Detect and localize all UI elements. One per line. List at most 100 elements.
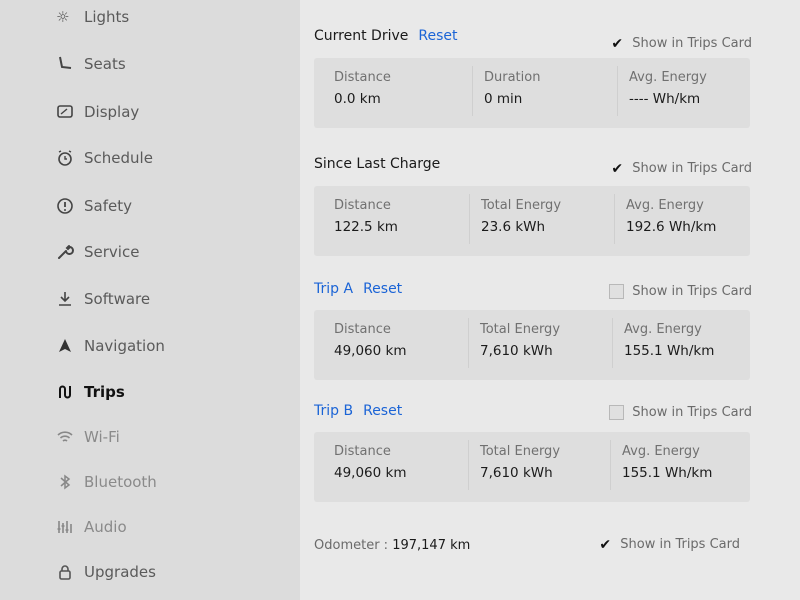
- stat-value: 0 min: [484, 91, 523, 107]
- checkmark-icon: ✔: [599, 536, 612, 553]
- sun-icon: ☼: [56, 8, 70, 26]
- current-drive-header: Current Drive Reset: [314, 28, 457, 44]
- show-in-trips-label: Show in Trips Card: [620, 537, 740, 552]
- current-drive-show-toggle[interactable]: ✔ Show in Trips Card: [610, 35, 752, 52]
- download-icon: [56, 290, 84, 308]
- sidebar-item-label: Bluetooth: [84, 473, 157, 491]
- sidebar-item-service[interactable]: Service: [56, 237, 286, 267]
- stat-avg-energy: Avg. Energy ---- Wh/km: [617, 66, 707, 116]
- alert-circle-icon: [56, 197, 84, 215]
- stat-label: Distance: [334, 444, 391, 459]
- sidebar-item-seats[interactable]: Seats: [56, 49, 286, 79]
- stat-avg-energy: Avg. Energy 155.1 Wh/km: [611, 318, 715, 368]
- odometer: Odometer : 197,147 km: [314, 538, 470, 553]
- trip-a-reset-button[interactable]: Reset: [363, 281, 402, 297]
- stat-value: 155.1 Wh/km: [622, 465, 713, 481]
- sidebar-item-label: Trips: [84, 383, 125, 401]
- stat-distance: Distance 0.0 km: [334, 70, 391, 107]
- sidebar-item-label: Lights: [84, 8, 130, 26]
- stat-value: 49,060 km: [334, 343, 407, 359]
- trip-a-show-toggle[interactable]: Show in Trips Card: [609, 284, 752, 299]
- since-last-charge-header: Since Last Charge: [314, 156, 440, 172]
- trip-a-header: Trip A Reset: [314, 281, 402, 297]
- show-in-trips-label: Show in Trips Card: [632, 405, 752, 420]
- sidebar-item-label: Upgrades: [84, 563, 156, 581]
- stat-label: Avg. Energy: [622, 444, 700, 459]
- sidebar-item-bluetooth[interactable]: Bluetooth: [56, 467, 286, 497]
- checkbox-icon: [609, 405, 625, 420]
- sidebar-item-label: Seats: [84, 55, 126, 73]
- stat-label: Avg. Energy: [624, 322, 702, 337]
- alarm-clock-icon: [56, 149, 84, 167]
- equalizer-icon: [56, 518, 84, 536]
- seat-icon: [56, 55, 84, 73]
- stat-value: 155.1 Wh/km: [624, 343, 715, 359]
- sidebar-item-label: Software: [84, 290, 151, 308]
- show-in-trips-label: Show in Trips Card: [632, 161, 752, 176]
- wifi-icon: [56, 428, 84, 446]
- show-in-trips-label: Show in Trips Card: [632, 284, 752, 299]
- sidebar-item-label: Wi-Fi: [84, 428, 120, 446]
- stat-total-energy: Total Energy 7,610 kWh: [467, 318, 561, 368]
- stat-label: Distance: [334, 198, 391, 213]
- sidebar-item-wifi[interactable]: Wi-Fi: [56, 422, 286, 452]
- sidebar-item-audio[interactable]: Audio: [56, 512, 286, 542]
- since-last-charge-stats: Distance 122.5 km Total Energy 23.6 kWh …: [314, 186, 750, 256]
- stat-value: 7,610 kWh: [480, 465, 553, 481]
- stat-distance: Distance 49,060 km: [334, 444, 407, 481]
- stat-value: 192.6 Wh/km: [626, 219, 717, 235]
- sidebar-item-label: Service: [84, 243, 140, 261]
- stat-label: Duration: [484, 70, 541, 85]
- sidebar-item-label: Schedule: [84, 149, 153, 167]
- navigation-arrow-icon: [56, 337, 84, 355]
- odometer-show-toggle[interactable]: ✔ Show in Trips Card: [598, 536, 740, 553]
- stat-value: 0.0 km: [334, 91, 381, 107]
- sidebar-item-trips[interactable]: Trips: [56, 377, 286, 407]
- trip-b-title: Trip B: [314, 403, 354, 419]
- bluetooth-icon: [56, 473, 84, 491]
- stat-distance: Distance 49,060 km: [334, 322, 407, 359]
- sidebar-item-label: Safety: [84, 197, 132, 215]
- trip-a-title: Trip A: [314, 281, 354, 297]
- trip-b-show-toggle[interactable]: Show in Trips Card: [609, 405, 752, 420]
- stat-avg-energy: Avg. Energy 155.1 Wh/km: [609, 440, 713, 490]
- current-drive-title: Current Drive: [314, 28, 409, 44]
- checkmark-icon: ✔: [611, 160, 624, 177]
- trip-b-header: Trip B Reset: [314, 403, 402, 419]
- current-drive-reset-button[interactable]: Reset: [418, 28, 457, 44]
- settings-sidebar: ☼ Lights Seats Display Schedule Safety S…: [0, 0, 300, 600]
- stat-avg-energy: Avg. Energy 192.6 Wh/km: [613, 194, 717, 244]
- sidebar-item-label: Display: [84, 103, 140, 121]
- checkbox-icon: [609, 284, 625, 299]
- stat-distance: Distance 122.5 km: [334, 198, 398, 235]
- trips-panel: Current Drive Reset ✔ Show in Trips Card…: [300, 0, 800, 600]
- stat-value: ---- Wh/km: [629, 91, 701, 107]
- stat-label: Distance: [334, 70, 391, 85]
- odometer-value: 197,147 km: [392, 538, 471, 553]
- since-last-charge-show-toggle[interactable]: ✔ Show in Trips Card: [610, 160, 752, 177]
- wrench-icon: [56, 243, 84, 261]
- sidebar-item-software[interactable]: Software: [56, 284, 286, 314]
- current-drive-stats: Distance 0.0 km Duration 0 min Avg. Ener…: [314, 58, 750, 128]
- stat-value: 7,610 kWh: [480, 343, 553, 359]
- stat-label: Total Energy: [480, 444, 561, 459]
- sidebar-item-navigation[interactable]: Navigation: [56, 331, 286, 361]
- trip-b-reset-button[interactable]: Reset: [363, 403, 402, 419]
- stat-label: Total Energy: [480, 322, 561, 337]
- lock-icon: [56, 563, 84, 581]
- stat-label: Total Energy: [481, 198, 562, 213]
- sidebar-item-label: Navigation: [84, 337, 165, 355]
- trips-icon: [56, 383, 84, 401]
- sidebar-item-display[interactable]: Display: [56, 97, 286, 127]
- stat-duration: Duration 0 min: [471, 66, 541, 116]
- stat-total-energy: Total Energy 23.6 kWh: [468, 194, 562, 244]
- sidebar-item-lights[interactable]: ☼ Lights: [56, 2, 286, 32]
- checkmark-icon: ✔: [611, 35, 624, 52]
- stat-label: Avg. Energy: [629, 70, 707, 85]
- sidebar-item-safety[interactable]: Safety: [56, 191, 286, 221]
- trip-a-stats: Distance 49,060 km Total Energy 7,610 kW…: [314, 310, 750, 380]
- trip-b-stats: Distance 49,060 km Total Energy 7,610 kW…: [314, 432, 750, 502]
- sidebar-item-schedule[interactable]: Schedule: [56, 143, 286, 173]
- stat-label: Avg. Energy: [626, 198, 704, 213]
- sidebar-item-upgrades[interactable]: Upgrades: [56, 557, 286, 587]
